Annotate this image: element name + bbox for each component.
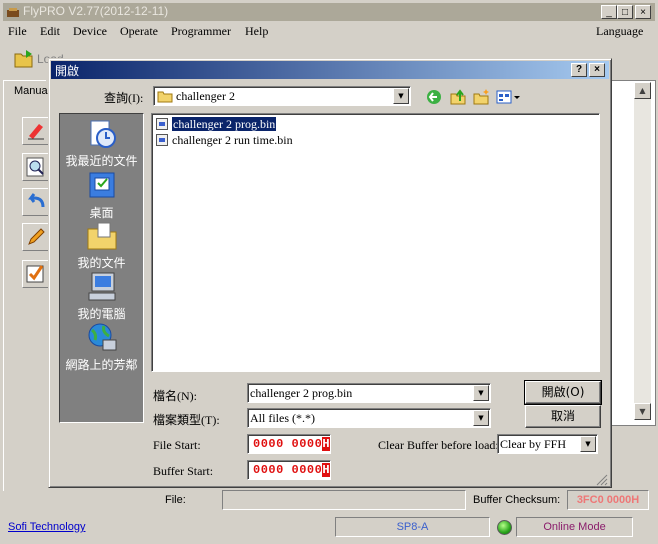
place-label: 我最近的文件 [65,154,138,168]
buffer-start-suffix: H [322,463,331,477]
file-path-box [222,490,466,510]
buffer-checksum-value: 3FC0 0000H [567,490,649,510]
place-my-computer[interactable]: 我的電腦 [60,269,143,321]
bin-file-icon [156,134,168,146]
folder-icon [157,91,173,103]
checkbox-icon [26,265,44,283]
file-item[interactable]: challenger 2 run time.bin [156,133,293,148]
eraser-icon [28,124,44,140]
dialog-close-button[interactable]: × [589,63,605,77]
connection-mode: Online Mode [516,517,633,537]
up-folder-icon[interactable] [449,88,467,106]
manual-tab[interactable]: Manual [14,85,50,97]
buffer-start-value: 0000 0000 [253,463,323,477]
look-in-value: challenger 2 [176,89,235,103]
dialog-title-bar[interactable]: 開啟 ? × [51,61,609,79]
menu-device[interactable]: Device [73,24,107,39]
buffer-checksum-label: Buffer Checksum: [473,494,561,506]
company-link[interactable]: Sofi Technology [8,521,85,533]
menu-bar: File Edit Device Operate Programmer Help… [3,22,655,41]
network-places-icon [88,323,117,351]
menu-file[interactable]: File [8,24,27,39]
file-item[interactable]: challenger 2 prog.bin [156,116,278,132]
place-recent-documents[interactable]: 我最近的文件 [60,116,143,168]
file-start-suffix: H [322,437,331,451]
main-title-bar[interactable]: FlyPRO V2.77(2012-12-11) _ □ × [3,3,655,21]
file-start-label: File Start: [153,438,201,452]
open-folder-icon [14,50,33,68]
read-button[interactable] [22,188,50,216]
look-in-label: 查詢(I): [104,91,144,105]
filetype-value: All files (*.*) [250,411,315,425]
filename-value: challenger 2 prog.bin [250,386,353,400]
cancel-button[interactable]: 取消 [525,405,601,428]
program-button[interactable] [22,223,50,251]
view-menu-icon[interactable] [496,88,522,106]
dialog-title: 開啟 [55,64,80,78]
clear-buffer-value: Clear by FFH [500,437,566,451]
menu-language[interactable]: Language [596,24,643,39]
file-start-input[interactable]: 0000 0000H [247,434,331,454]
place-desktop[interactable]: 桌面 [60,168,143,220]
arrow-back-icon [28,193,45,208]
menu-programmer[interactable]: Programmer [171,24,231,39]
pencil-icon [28,228,45,245]
look-in-combo[interactable]: challenger 2 ▼ [153,86,411,106]
desktop-icon [89,172,115,198]
menu-operate[interactable]: Operate [120,24,158,39]
blank-check-button[interactable] [22,153,50,181]
app-icon [7,8,19,17]
new-folder-icon[interactable] [472,88,490,106]
file-list[interactable]: challenger 2 prog.bin challenger 2 run t… [151,113,600,372]
chevron-down-icon[interactable]: ▼ [473,410,489,426]
buffer-scrollbar[interactable]: ▲ ▼ [634,82,651,420]
file-label: File: [165,494,186,506]
recent-documents-icon [90,120,116,148]
online-led-icon [497,520,512,535]
magnifier-icon [26,157,44,177]
programmer-model: SP8-A [335,517,490,537]
filetype-combo[interactable]: All files (*.*) ▼ [247,408,491,428]
filetype-label: 檔案類型(T): [153,413,220,427]
menu-edit[interactable]: Edit [40,24,60,39]
erase-button[interactable] [22,117,50,145]
clear-buffer-combo[interactable]: Clear by FFH ▼ [497,434,598,454]
close-button[interactable]: × [635,5,651,19]
my-computer-icon [88,272,116,301]
clear-buffer-label: Clear Buffer before load: [378,438,499,452]
open-button[interactable]: 開啟(O) [524,380,602,405]
my-documents-icon [87,222,117,250]
place-label: 網路上的芳鄰 [65,358,138,372]
place-my-documents[interactable]: 我的文件 [60,218,143,270]
menu-help[interactable]: Help [245,24,268,39]
resize-grip-icon[interactable] [596,474,608,486]
filename-label: 檔名(N): [153,389,197,403]
chevron-down-icon[interactable]: ▼ [473,385,489,401]
chevron-down-icon[interactable]: ▼ [393,88,409,104]
minimize-button[interactable]: _ [601,5,617,19]
verify-button[interactable] [22,260,50,288]
scroll-up-button[interactable]: ▲ [634,82,651,99]
places-bar: 我最近的文件 桌面 我的文件 我的電腦 網路上的芳鄰 [59,113,144,423]
file-start-value: 0000 0000 [253,437,323,451]
bin-file-icon [156,118,168,130]
back-icon[interactable] [425,88,443,106]
chevron-down-icon[interactable]: ▼ [580,436,596,452]
filename-combo[interactable]: challenger 2 prog.bin ▼ [247,383,491,403]
file-name: challenger 2 run time.bin [172,133,293,147]
main-window-title: FlyPRO V2.77(2012-12-11) [23,4,169,18]
place-network[interactable]: 網路上的芳鄰 [60,320,143,372]
dialog-help-button[interactable]: ? [571,63,587,77]
scroll-down-button[interactable]: ▼ [634,403,651,420]
maximize-button[interactable]: □ [617,5,633,19]
file-name: challenger 2 prog.bin [170,116,278,132]
buffer-start-label: Buffer Start: [153,464,214,478]
buffer-start-input[interactable]: 0000 0000H [247,460,331,480]
